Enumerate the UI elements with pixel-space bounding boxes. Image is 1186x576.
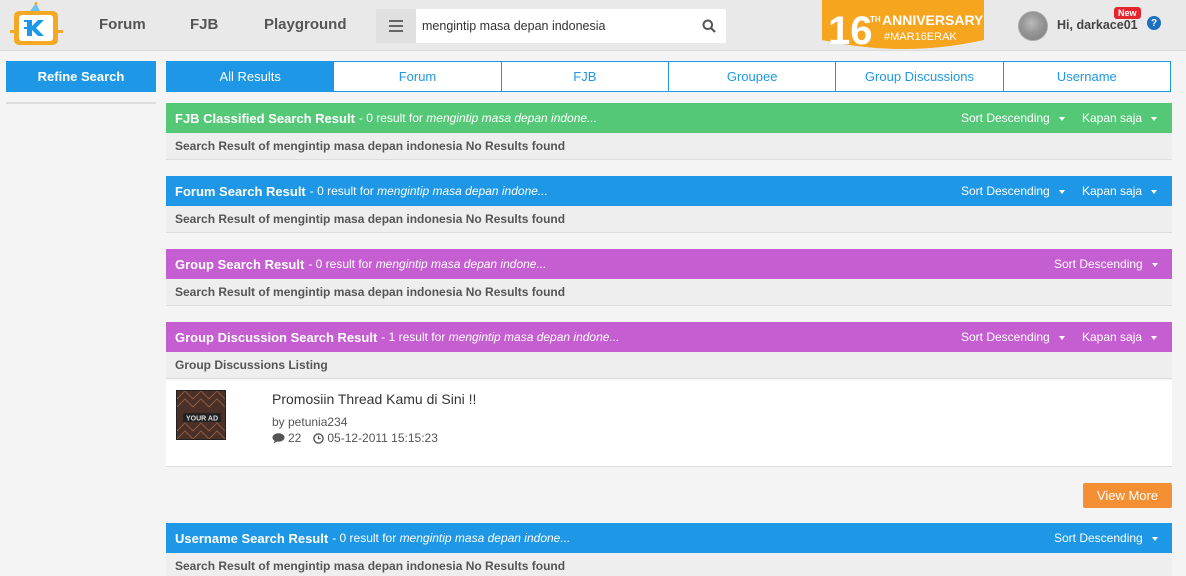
avatar[interactable] bbox=[1018, 11, 1048, 41]
view-more-button[interactable]: View More bbox=[1083, 483, 1172, 508]
section-body: Search Result of mengintip masa depan in… bbox=[166, 206, 1172, 233]
nav-forum[interactable]: Forum bbox=[99, 16, 146, 33]
group-discussion-section: Group Discussion Search Result - 1 resul… bbox=[166, 322, 1172, 379]
group-discussion-section-header: Group Discussion Search Result - 1 resul… bbox=[166, 322, 1172, 352]
time-dropdown[interactable]: Kapan saja bbox=[1082, 330, 1158, 344]
chevron-down-icon bbox=[1151, 262, 1158, 267]
section-title: Group Search Result bbox=[175, 256, 305, 272]
username-section-header: Username Search Result - 0 result for me… bbox=[166, 523, 1172, 553]
section-body: Search Result of mengintip masa depan in… bbox=[166, 133, 1172, 160]
thread-thumbnail[interactable]: YOUR AD bbox=[176, 390, 226, 440]
section-title: Group Discussion Search Result bbox=[175, 329, 378, 345]
thread-date: 05-12-2011 15:15:23 bbox=[313, 431, 438, 445]
sort-dropdown[interactable]: Sort Descending bbox=[961, 330, 1065, 344]
top-bar: Forum FJB Playground 16 TH ANNIVERSARY #… bbox=[0, 0, 1186, 53]
nav-playground[interactable]: Playground bbox=[264, 16, 347, 33]
forum-section: Forum Search Result - 0 result for mengi… bbox=[166, 176, 1172, 233]
anniversary-hashtag: #MAR16ERAK bbox=[884, 31, 957, 43]
sort-dropdown[interactable]: Sort Descending bbox=[961, 184, 1065, 198]
clock-icon bbox=[313, 432, 325, 444]
thumbnail-text: YOUR AD bbox=[186, 416, 218, 423]
group-section-header: Group Search Result - 0 result for mengi… bbox=[166, 249, 1172, 279]
sort-dropdown[interactable]: Sort Descending bbox=[1054, 257, 1158, 271]
tab-username[interactable]: Username bbox=[1003, 61, 1171, 92]
section-body: Group Discussions Listing bbox=[166, 352, 1172, 379]
forum-section-header: Forum Search Result - 0 result for mengi… bbox=[166, 176, 1172, 206]
list-item: YOUR AD Promosiin Thread Kamu di Sini !!… bbox=[166, 380, 1172, 467]
section-summary: - 0 result for mengintip masa depan indo… bbox=[309, 184, 548, 198]
nav-fjb[interactable]: FJB bbox=[190, 16, 218, 33]
time-dropdown[interactable]: Kapan saja bbox=[1082, 111, 1158, 125]
chevron-down-icon bbox=[1151, 335, 1158, 340]
sort-dropdown[interactable]: Sort Descending bbox=[961, 111, 1065, 125]
section-summary: - 1 result for mengintip masa depan indo… bbox=[381, 330, 620, 344]
section-body: Search Result of mengintip masa depan in… bbox=[166, 279, 1172, 306]
chevron-down-icon bbox=[1058, 116, 1065, 121]
section-title: Forum Search Result bbox=[175, 183, 306, 199]
section-summary: - 0 result for mengintip masa depan indo… bbox=[332, 531, 571, 545]
section-summary: - 0 result for mengintip masa depan indo… bbox=[358, 111, 598, 125]
fjb-section: FJB Classified Search Result - 0 result … bbox=[166, 103, 1172, 160]
group-section: Group Search Result - 0 result for mengi… bbox=[166, 249, 1172, 306]
section-title: Username Search Result bbox=[175, 530, 329, 546]
search-bar bbox=[376, 9, 726, 43]
search-input[interactable] bbox=[422, 9, 692, 43]
chevron-down-icon bbox=[1058, 335, 1065, 340]
user-greeting[interactable]: Hi, darkace01 bbox=[1057, 18, 1138, 32]
result-tabs: All Results Forum FJB Groupee Group Disc… bbox=[166, 61, 1171, 92]
section-title: FJB Classified Search Result bbox=[175, 110, 355, 126]
tab-forum[interactable]: Forum bbox=[334, 61, 502, 92]
kaskus-logo[interactable] bbox=[10, 2, 72, 48]
chevron-down-icon bbox=[1151, 189, 1158, 194]
time-dropdown[interactable]: Kapan saja bbox=[1082, 184, 1158, 198]
fjb-section-header: FJB Classified Search Result - 0 result … bbox=[166, 103, 1172, 133]
comment-icon bbox=[272, 432, 285, 443]
tab-groupee[interactable]: Groupee bbox=[668, 61, 837, 92]
menu-icon[interactable] bbox=[376, 9, 416, 43]
tab-fjb[interactable]: FJB bbox=[501, 61, 669, 92]
thread-title-link[interactable]: Promosiin Thread Kamu di Sini !! bbox=[272, 391, 476, 407]
username-section: Username Search Result - 0 result for me… bbox=[166, 523, 1172, 576]
comment-count: 22 bbox=[272, 431, 301, 445]
chevron-down-icon bbox=[1151, 536, 1158, 541]
sort-dropdown[interactable]: Sort Descending bbox=[1054, 531, 1158, 545]
sidebar-divider bbox=[6, 102, 156, 104]
search-icon[interactable] bbox=[698, 15, 720, 37]
new-badge: New bbox=[1114, 7, 1141, 19]
anniversary-number: 16 bbox=[828, 9, 873, 52]
thread-author[interactable]: by petunia234 bbox=[272, 415, 347, 429]
section-body: Search Result of mengintip masa depan in… bbox=[166, 553, 1172, 576]
tab-group-discussions[interactable]: Group Discussions bbox=[836, 61, 1004, 92]
anniversary-banner[interactable]: 16 TH ANNIVERSARY #MAR16ERAK bbox=[818, 0, 988, 53]
thread-meta: 22 05-12-2011 15:15:23 bbox=[272, 431, 438, 445]
help-icon[interactable]: ? bbox=[1147, 16, 1161, 30]
anniversary-title: ANNIVERSARY bbox=[882, 12, 984, 28]
tab-all-results[interactable]: All Results bbox=[166, 61, 335, 92]
refine-search-button[interactable]: Refine Search bbox=[6, 61, 156, 92]
section-summary: - 0 result for mengintip masa depan indo… bbox=[308, 257, 547, 271]
anniversary-suffix: TH bbox=[870, 15, 881, 24]
chevron-down-icon bbox=[1151, 116, 1158, 121]
chevron-down-icon bbox=[1058, 189, 1065, 194]
